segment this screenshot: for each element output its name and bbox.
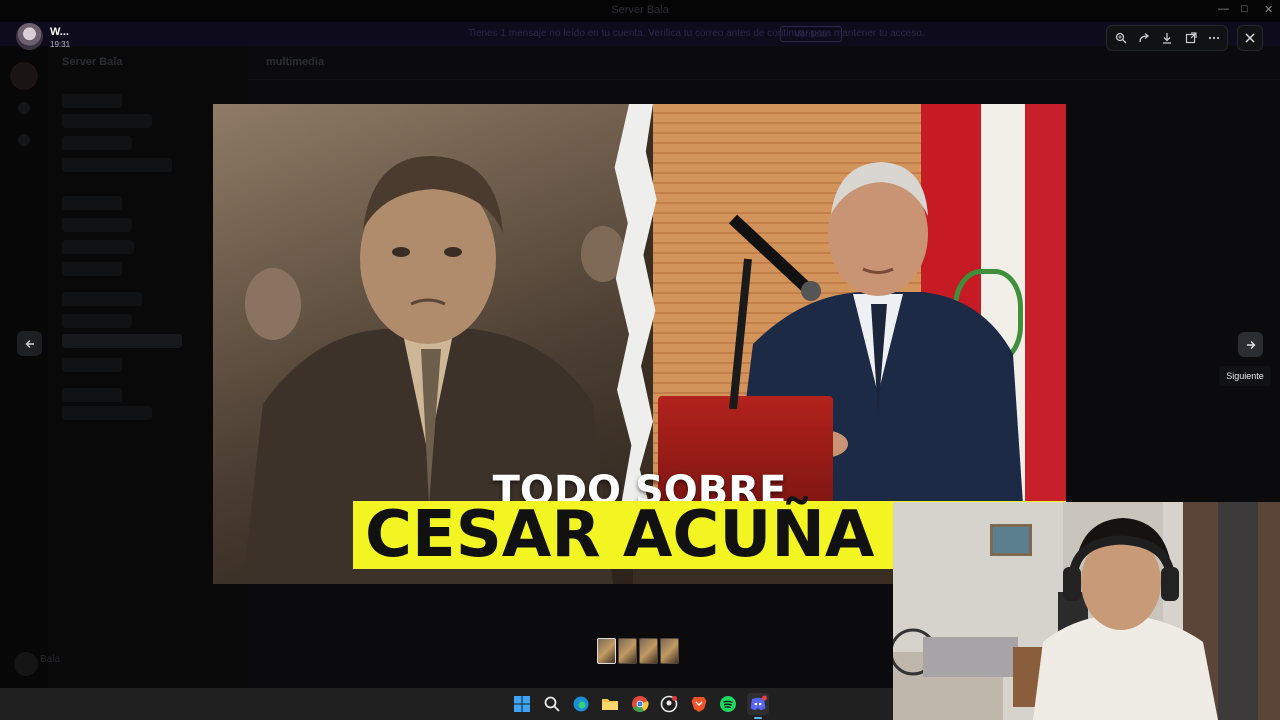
headline-bottom: CESAR ACUÑA xyxy=(365,498,875,572)
arrow-left-icon xyxy=(25,339,34,348)
chrome-icon[interactable] xyxy=(629,693,651,715)
minimize-icon[interactable]: — xyxy=(1218,3,1229,15)
channel-item xyxy=(62,358,122,372)
notice-banner-button: Verificar xyxy=(780,26,842,42)
arrow-right-icon xyxy=(1246,340,1255,349)
channel-header-name: multimedia xyxy=(266,56,325,68)
spotify-icon[interactable] xyxy=(717,693,739,715)
uploader-avatar[interactable] xyxy=(16,23,43,50)
more-icon[interactable] xyxy=(1205,29,1223,47)
previous-button[interactable] xyxy=(17,331,42,356)
notice-banner-text: Tienes 1 mensaje no leído en tu cuenta. … xyxy=(468,28,925,39)
uploader-info: W... 19:31 xyxy=(16,23,216,51)
file-explorer-icon[interactable] xyxy=(599,693,621,715)
open-external-icon[interactable] xyxy=(1182,29,1200,47)
upload-time: 19:31 xyxy=(50,40,71,49)
search-icon[interactable] xyxy=(541,693,563,715)
channel-category xyxy=(62,196,122,210)
webcam-scene xyxy=(893,502,1280,720)
thumbnail-item[interactable] xyxy=(618,638,637,664)
explore-icon xyxy=(18,102,30,114)
uploader-name[interactable]: W... xyxy=(50,26,69,38)
channel-item xyxy=(62,314,132,328)
window-titlebar: Server Bala — □ ✕ xyxy=(0,0,1280,22)
server-rail xyxy=(0,46,48,688)
user-avatar xyxy=(14,652,38,676)
channel-item xyxy=(62,262,122,276)
channel-item xyxy=(62,240,134,254)
active-app-indicator xyxy=(754,717,762,719)
next-button[interactable] xyxy=(1238,332,1263,357)
server-icon xyxy=(10,62,38,90)
channel-item xyxy=(62,158,172,172)
add-server-icon xyxy=(18,134,30,146)
channel-item xyxy=(62,114,152,128)
close-window-icon[interactable]: ✕ xyxy=(1264,3,1273,16)
webcam-overlay xyxy=(893,502,1280,720)
microphone xyxy=(728,214,821,409)
discord-icon[interactable] xyxy=(747,693,769,715)
channel-item xyxy=(62,94,122,108)
channel-item xyxy=(62,218,132,232)
download-icon[interactable] xyxy=(1158,29,1176,47)
thumbnail-strip xyxy=(597,638,681,664)
window-title: Server Bala xyxy=(611,4,669,16)
channel-category xyxy=(62,292,142,306)
thumbnail-item[interactable] xyxy=(639,638,658,664)
channel-header: multimedia xyxy=(248,46,1280,80)
forward-icon[interactable] xyxy=(1135,29,1153,47)
user-name: Bala xyxy=(40,654,61,665)
edge-icon[interactable] xyxy=(570,693,592,715)
zoom-in-icon[interactable] xyxy=(1112,29,1130,47)
channel-item xyxy=(62,406,152,420)
maximize-icon[interactable]: □ xyxy=(1241,3,1248,15)
channel-category xyxy=(62,388,122,402)
thumbnail-item[interactable] xyxy=(660,638,679,664)
windows-start-icon[interactable] xyxy=(511,693,533,715)
thumbnail-item[interactable] xyxy=(597,638,616,664)
server-name: Server Bala xyxy=(62,56,123,68)
brave-icon[interactable] xyxy=(688,693,710,715)
close-icon[interactable] xyxy=(1237,25,1263,51)
user-panel: Bala xyxy=(14,652,254,678)
github-icon[interactable] xyxy=(658,693,680,715)
next-tooltip: Siguiente xyxy=(1219,366,1271,386)
channel-item xyxy=(62,136,132,150)
viewer-toolbar xyxy=(1106,25,1228,51)
channel-item-multimedia xyxy=(62,334,182,348)
taskbar xyxy=(0,688,893,720)
